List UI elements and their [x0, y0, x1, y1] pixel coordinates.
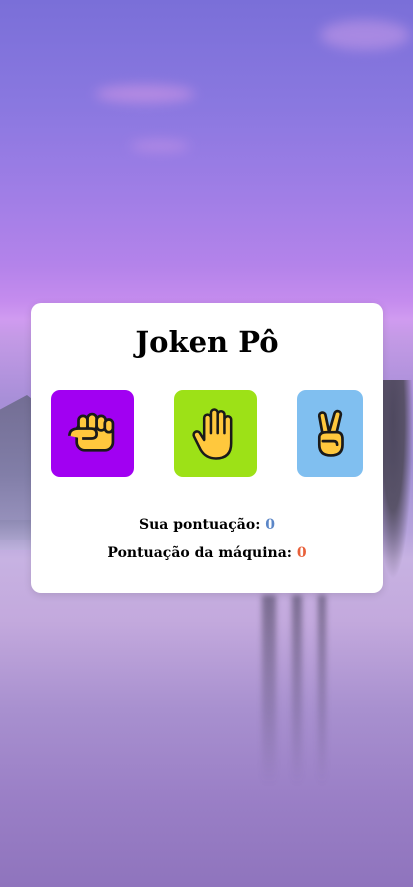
machine-score: Pontuação da máquina: 0: [31, 545, 383, 561]
tree-reflection: [292, 595, 302, 785]
raised-hand-icon: [191, 407, 232, 460]
cloud: [95, 85, 195, 103]
tree-reflection: [318, 595, 326, 785]
paper-button[interactable]: [174, 390, 257, 477]
rock-button[interactable]: [51, 390, 134, 477]
user-score-label: Sua pontuação:: [139, 517, 261, 533]
cloud: [130, 140, 190, 152]
machine-score-label: Pontuação da máquina:: [107, 545, 292, 561]
cloud: [320, 20, 410, 50]
user-score-value: 0: [265, 517, 275, 533]
fist-icon: [67, 412, 114, 452]
user-score: Sua pontuação: 0: [31, 517, 383, 533]
victory-hand-icon: [317, 409, 344, 457]
game-card: Joken Pô Sua pontuação: 0 Pontuação da m…: [31, 303, 383, 593]
scissors-button[interactable]: [297, 390, 363, 477]
game-title: Joken Pô: [135, 325, 279, 359]
tree-reflection: [262, 595, 276, 785]
machine-score-value: 0: [296, 545, 307, 561]
